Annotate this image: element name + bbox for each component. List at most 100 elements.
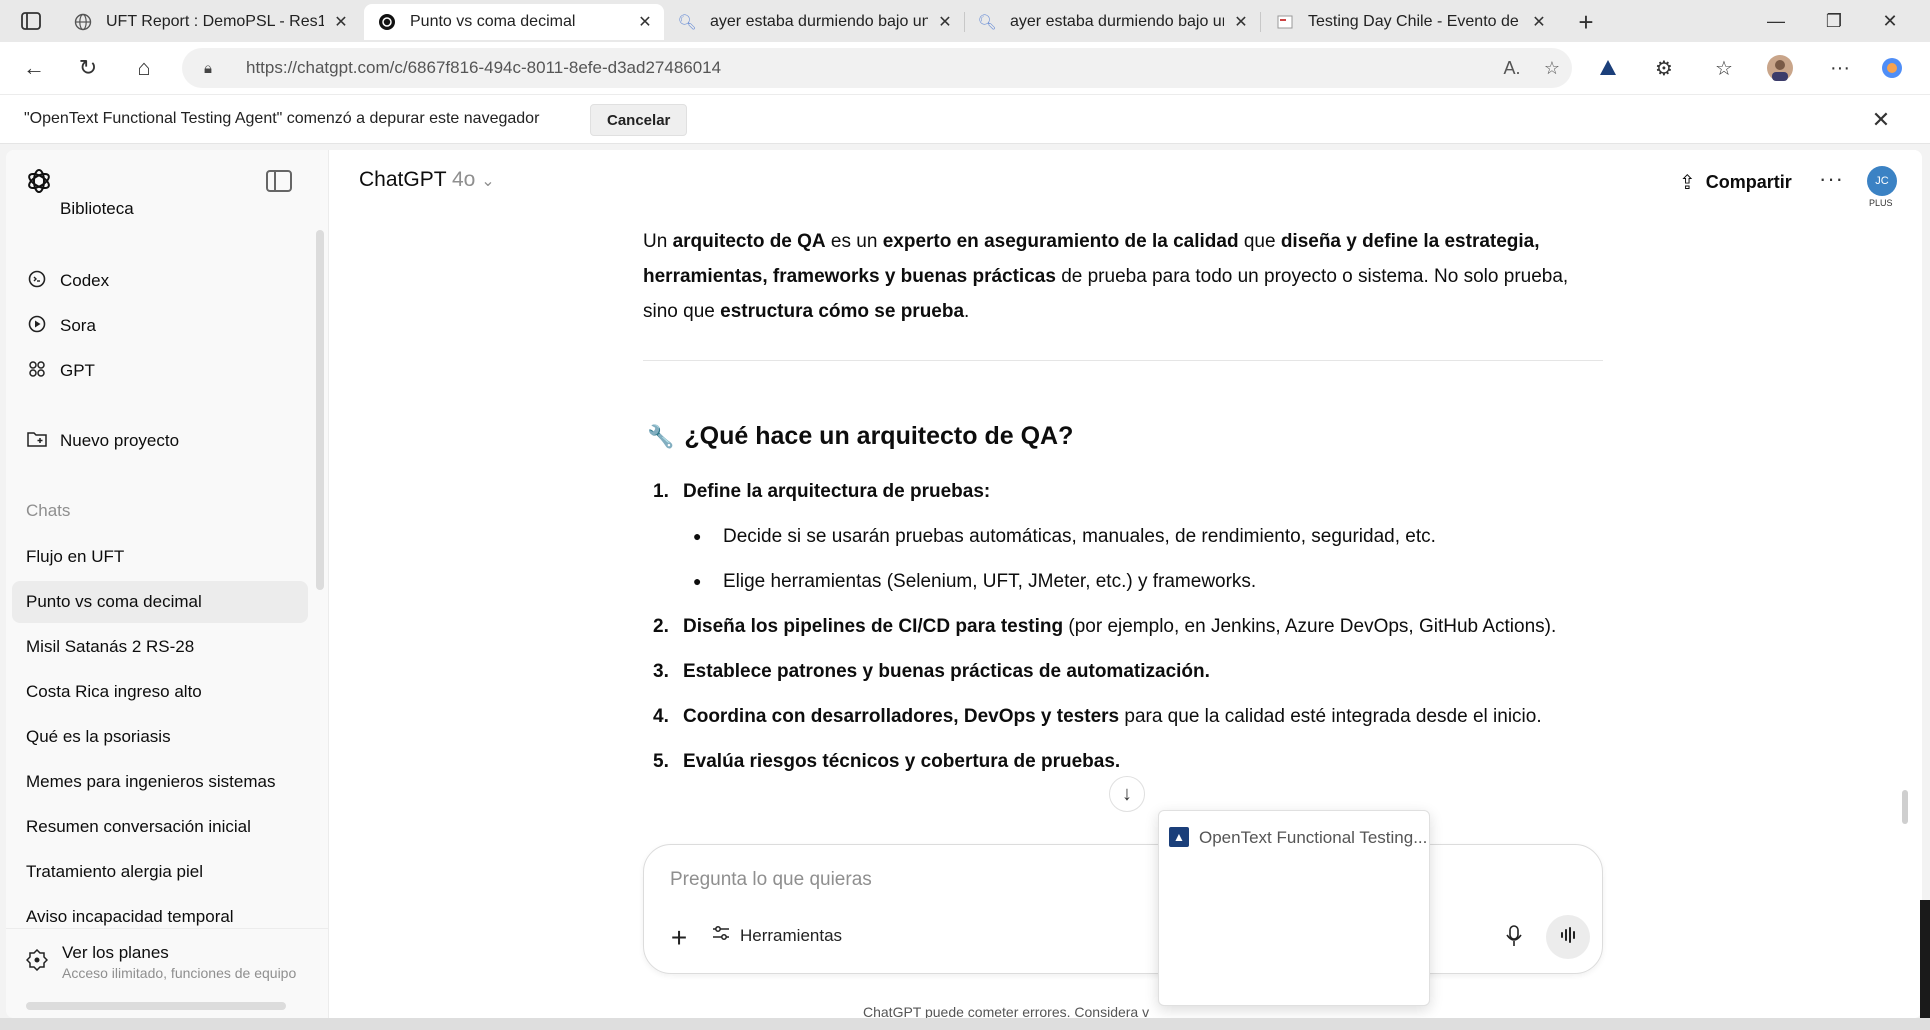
page-icon	[1276, 13, 1294, 31]
back-icon[interactable]: ←	[16, 50, 52, 86]
close-infobar-icon[interactable]: ✕	[1866, 105, 1896, 135]
address-bar[interactable]: 🔒︎ https://chatgpt.com/c/6867f816-494c-8…	[182, 48, 1572, 88]
conversation-content: Un arquitecto de QA es un experto en ase…	[329, 214, 1922, 1018]
tools-button[interactable]: Herramientas	[712, 925, 842, 946]
chat-item[interactable]: Tratamiento alergia piel	[12, 851, 308, 893]
sliders-icon	[712, 925, 730, 946]
close-tab-icon[interactable]: ✕	[936, 13, 954, 31]
globe-icon	[74, 13, 92, 31]
url-text[interactable]: https://chatgpt.com/c/6867f816-494c-8011…	[246, 58, 1492, 78]
browser-tab-testing-day[interactable]: Testing Day Chile - Evento de Test ✕	[1262, 4, 1558, 40]
microphone-icon[interactable]	[1506, 925, 1522, 953]
tab-actions-icon[interactable]	[14, 8, 48, 34]
sidebar-scrollbar[interactable]	[316, 230, 324, 590]
grid-icon	[26, 360, 48, 383]
chat-item-label: Aviso incapacidad temporal	[26, 907, 234, 926]
chatgpt-logo-icon[interactable]	[24, 166, 54, 196]
bullet-icon: ●	[693, 528, 702, 545]
chat-item[interactable]: Qué es la psoriasis	[12, 716, 308, 758]
refresh-icon[interactable]: ↻	[70, 50, 106, 86]
arrow-down-icon: ↓	[1122, 782, 1132, 805]
new-tab-icon[interactable]: +	[1570, 6, 1602, 38]
chat-item-label: Memes para ingenieros sistemas	[26, 772, 276, 791]
voice-mode-button[interactable]	[1546, 915, 1590, 959]
profile-avatar-icon[interactable]	[1764, 52, 1796, 84]
debug-info-bar: "OpenText Functional Testing Agent" come…	[0, 94, 1930, 144]
chat-item-label: Qué es la psoriasis	[26, 727, 171, 746]
add-attachment-icon[interactable]: +	[664, 922, 694, 953]
window-edge	[1920, 900, 1930, 1020]
home-icon[interactable]: ⌂	[126, 50, 162, 86]
sub-list-item: ● Elige herramientas (Selenium, UFT, JMet…	[693, 564, 1256, 599]
sidebar-toggle-icon[interactable]	[266, 170, 292, 192]
browser-tab-punto-coma[interactable]: Punto vs coma decimal ✕	[364, 4, 664, 40]
plans-upsell[interactable]: Ver los planes Acceso ilimitado, funcion…	[6, 928, 328, 998]
sidebar-item-gpt[interactable]: GPT	[12, 350, 308, 392]
sidebar-item-label: Nuevo proyecto	[60, 431, 180, 450]
share-label: Compartir	[1705, 172, 1792, 192]
close-window-icon[interactable]: ✕	[1862, 0, 1918, 42]
more-options-icon[interactable]: ···	[1824, 52, 1856, 84]
conversation-options-icon[interactable]: ···	[1819, 166, 1844, 192]
sidebar-item-label: Codex	[60, 271, 110, 290]
browser-tab-search-1[interactable]: 🔍︎ ayer estaba durmiendo bajo un p ✕	[664, 4, 964, 40]
close-tab-icon[interactable]: ✕	[636, 13, 654, 31]
sidebar-horizontal-scrollbar[interactable]	[26, 1002, 286, 1010]
chat-item-label: Resumen conversación inicial	[26, 817, 251, 836]
opentext-agent-popup[interactable]: ▲ OpenText Functional Testing...	[1158, 810, 1430, 1006]
tab-title: UFT Report : DemoPSL - Res11	[106, 13, 324, 30]
prompt-input[interactable]: Pregunta lo que quieras	[670, 869, 872, 891]
tab-title: Testing Day Chile - Evento de Test	[1308, 13, 1522, 30]
chat-item-active[interactable]: Punto vs coma decimal	[12, 581, 308, 623]
share-button[interactable]: ⇪ Compartir	[1679, 170, 1792, 195]
copilot-icon[interactable]	[1876, 52, 1908, 84]
search-icon: 🔍︎	[977, 14, 997, 31]
plans-icon	[25, 948, 49, 972]
user-avatar[interactable]: JC	[1867, 166, 1897, 196]
section-heading: 🔧 ¿Qué hace un arquitecto de QA?	[647, 422, 1074, 450]
chat-item[interactable]: Misil Satanás 2 RS-28	[12, 626, 308, 668]
favorites-icon[interactable]: ☆	[1708, 52, 1740, 84]
chat-item-label: Misil Satanás 2 RS-28	[26, 637, 195, 656]
chat-item[interactable]: Resumen conversación inicial	[12, 806, 308, 848]
close-tab-icon[interactable]: ✕	[332, 13, 350, 31]
scroll-down-button[interactable]: ↓	[1109, 776, 1145, 812]
chat-item-label: Flujo en UFT	[26, 547, 125, 566]
main-panel: ChatGPT 4o ⌄ ⇪ Compartir ··· JC PLUS Un …	[329, 150, 1922, 1018]
tools-label: Herramientas	[740, 925, 843, 945]
model-selector[interactable]: ChatGPT 4o ⌄	[359, 168, 495, 192]
play-icon	[26, 315, 48, 338]
page-scrollbar[interactable]	[1902, 790, 1908, 824]
list-item: 5. Evalúa riesgos técnicos y cobertura de…	[653, 751, 1121, 772]
list-item: 2. Diseña los pipelines de CI/CD para tes…	[653, 616, 1557, 637]
message-composer: Pregunta lo que quieras + Herramientas	[643, 844, 1603, 974]
browser-tab-search-2[interactable]: 🔍︎ ayer estaba durmiendo bajo un p ✕	[964, 4, 1260, 40]
waveform-icon	[1559, 926, 1577, 948]
favorite-star-icon[interactable]: ☆	[1532, 58, 1572, 79]
read-aloud-icon[interactable]: A.	[1492, 58, 1532, 79]
sidebar-item-sora[interactable]: Sora	[12, 305, 308, 347]
sidebar-item-codex[interactable]: Codex	[12, 260, 308, 302]
list-item: 4. Coordina con desarrolladores, DevOps y…	[653, 706, 1542, 727]
close-tab-icon[interactable]: ✕	[1530, 13, 1548, 31]
browser-tab-uft-report[interactable]: UFT Report : DemoPSL - Res11 ✕	[60, 4, 360, 40]
chat-item[interactable]: Costa Rica ingreso alto	[12, 671, 308, 713]
opentext-extension-icon[interactable]	[1592, 52, 1624, 84]
chat-item-label: Costa Rica ingreso alto	[26, 682, 202, 701]
sidebar-item-biblioteca[interactable]: Biblioteca	[12, 194, 308, 224]
sidebar-item-new-project[interactable]: Nuevo proyecto	[12, 420, 308, 462]
extensions-icon[interactable]: ⚙	[1648, 52, 1680, 84]
lock-icon[interactable]: 🔒︎	[204, 60, 228, 77]
codex-icon	[26, 270, 48, 293]
status-bar	[0, 1018, 1930, 1030]
close-tab-icon[interactable]: ✕	[1232, 13, 1250, 31]
chat-item[interactable]: Flujo en UFT	[12, 536, 308, 578]
tab-title: Punto vs coma decimal	[410, 13, 576, 30]
chat-item[interactable]: Memes para ingenieros sistemas	[12, 761, 308, 803]
cancel-debug-button[interactable]: Cancelar	[590, 104, 688, 136]
restore-icon[interactable]: ❐	[1806, 0, 1862, 42]
list-item: 1. Define la arquitectura de pruebas:	[653, 481, 991, 502]
browser-tabstrip: UFT Report : DemoPSL - Res11 ✕ Punto vs …	[0, 0, 1930, 42]
conversation-header: ChatGPT 4o ⌄ ⇪ Compartir ··· JC PLUS	[329, 150, 1922, 214]
minimize-icon[interactable]: —	[1748, 0, 1804, 42]
